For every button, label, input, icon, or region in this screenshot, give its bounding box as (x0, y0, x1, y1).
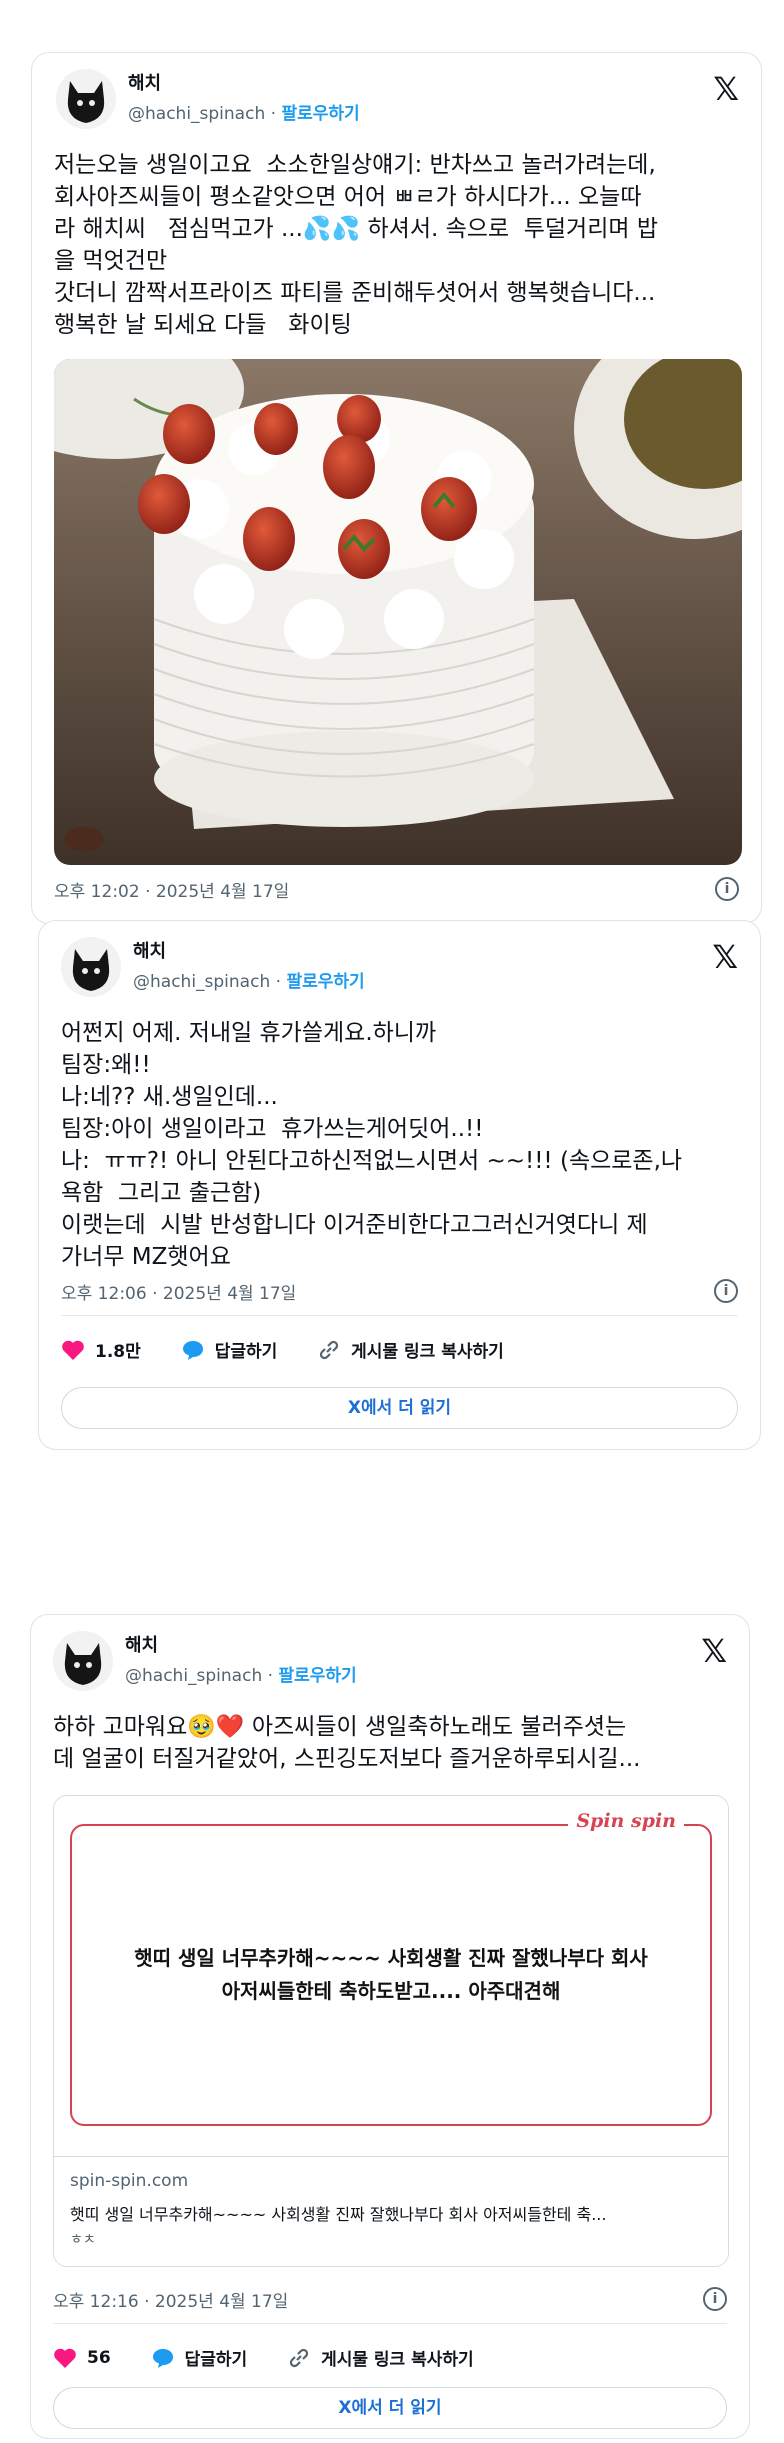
read-more-button[interactable]: X에서 더 읽기 (61, 1387, 738, 1429)
tweet-text: 하하 고마워요🥹❤️ 아즈씨들이 생일축하노래도 불러주셧는 데 얼굴이 터질거… (53, 1714, 641, 1772)
link-title: 햇띠 생일 너무추카해~~~~ 사회생활 진짜 잘했나부다 회사 아저씨들한테 … (70, 2205, 607, 2224)
action-bar: 1.8만 답글하기 게시물 링크 복사하기 (61, 1337, 538, 1366)
divider (53, 2323, 727, 2324)
follow-button[interactable]: 팔로우하기 (286, 972, 364, 992)
reply-icon (152, 2348, 173, 2368)
heart-icon (54, 2348, 76, 2368)
timestamp[interactable]: 오후 12:16 · 2025년 4월 17일 (53, 2287, 288, 2312)
divider (61, 1315, 738, 1316)
copy-link-button[interactable]: 게시물 링크 복사하기 (287, 2345, 474, 2370)
separator: · (270, 972, 287, 992)
reply-label: 답글하기 (184, 2350, 248, 2370)
tweet-card: 해치 @hachi_spinach · 팔로우하기 𝕏 어쩐지 어제. 저내일 … (38, 920, 761, 1450)
reply-label: 답글하기 (214, 1342, 278, 1362)
link-icon (320, 1340, 339, 1359)
author-name[interactable]: 해치 (133, 937, 166, 963)
tweet-text: 어쩐지 어제. 저내일 휴가쓸게요.하니까 팀장:왜!! 나:네?? 새.생일인… (61, 1020, 683, 1270)
author-handle[interactable]: @hachi_spinach (125, 1666, 262, 1686)
info-icon[interactable]: i (714, 1279, 738, 1303)
separator: · (265, 104, 282, 124)
link-domain: spin-spin.com (70, 2171, 189, 2191)
follow-button[interactable]: 팔로우하기 (281, 104, 359, 124)
info-icon[interactable]: i (703, 2287, 727, 2311)
timestamp[interactable]: 오후 12:06 · 2025년 4월 17일 (61, 1279, 296, 1304)
follow-button[interactable]: 팔로우하기 (278, 1666, 356, 1686)
author-handle[interactable]: @hachi_spinach (128, 104, 265, 124)
copy-label: 게시물 링크 복사하기 (321, 2350, 474, 2370)
x-logo-icon[interactable]: 𝕏 (701, 1635, 727, 1667)
info-icon[interactable]: i (715, 877, 739, 901)
timestamp[interactable]: 오후 12:02 · 2025년 4월 17일 (54, 877, 289, 902)
separator: · (262, 1666, 279, 1686)
tweet-card: 해치 @hachi_spinach · 팔로우하기 𝕏 저는오늘 생일이고요 소… (31, 52, 762, 924)
like-button[interactable]: 56 (53, 2347, 111, 2369)
spin-logo: Spin spin (568, 1810, 684, 1832)
reply-icon (182, 1340, 203, 1360)
author-name[interactable]: 해치 (128, 69, 161, 95)
link-card[interactable]: Spin spin 햇띠 생일 너무추카해~~~~ 사회생활 진짜 잘했나부다 … (53, 1795, 729, 2267)
x-logo-icon[interactable]: 𝕏 (712, 941, 738, 973)
action-bar: 56 답글하기 게시물 링크 복사하기 (53, 2345, 508, 2374)
copy-link-button[interactable]: 게시물 링크 복사하기 (317, 1337, 504, 1362)
copy-label: 게시물 링크 복사하기 (351, 1342, 504, 1362)
link-description: ㅎㅊ (70, 2232, 96, 2248)
avatar[interactable] (53, 1631, 113, 1691)
like-button[interactable]: 1.8만 (61, 1337, 141, 1362)
author-name[interactable]: 해치 (125, 1631, 158, 1657)
like-count: 1.8만 (95, 1342, 141, 1362)
tweet-photo[interactable] (54, 359, 742, 865)
tweet-header: 해치 @hachi_spinach · 팔로우하기 𝕏 (39, 921, 760, 1011)
tweet-card: 해치 @hachi_spinach · 팔로우하기 𝕏 하하 고마워요🥹❤️ 아… (30, 1614, 750, 2439)
link-icon (289, 2348, 309, 2367)
heart-icon (62, 1340, 84, 1360)
tweet-header: 해치 @hachi_spinach · 팔로우하기 𝕏 (32, 53, 761, 143)
avatar[interactable] (61, 937, 121, 997)
read-more-button[interactable]: X에서 더 읽기 (53, 2387, 727, 2429)
reply-button[interactable]: 답글하기 (181, 1337, 278, 1362)
like-count: 56 (87, 2347, 111, 2368)
link-card-image-text: 햇띠 생일 너무추카해~~~~ 사회생활 진짜 잘했나부다 회사 아저씨들한테 … (134, 1946, 648, 2003)
link-card-info: spin-spin.com 햇띠 생일 너무추카해~~~~ 사회생활 진짜 잘했… (54, 2156, 728, 2266)
reply-button[interactable]: 답글하기 (151, 2345, 248, 2370)
tweet-text: 저는오늘 생일이고요 소소한일상얘기: 반차쓰고 놀러가려는데, 회사아즈씨들이… (54, 152, 658, 338)
link-card-image: Spin spin 햇띠 생일 너무추카해~~~~ 사회생활 진짜 잘했나부다 … (54, 1796, 728, 2156)
author-handle[interactable]: @hachi_spinach (133, 972, 270, 992)
x-logo-icon[interactable]: 𝕏 (713, 73, 739, 105)
tweet-header: 해치 @hachi_spinach · 팔로우하기 𝕏 (31, 1615, 749, 1705)
avatar[interactable] (56, 69, 116, 129)
